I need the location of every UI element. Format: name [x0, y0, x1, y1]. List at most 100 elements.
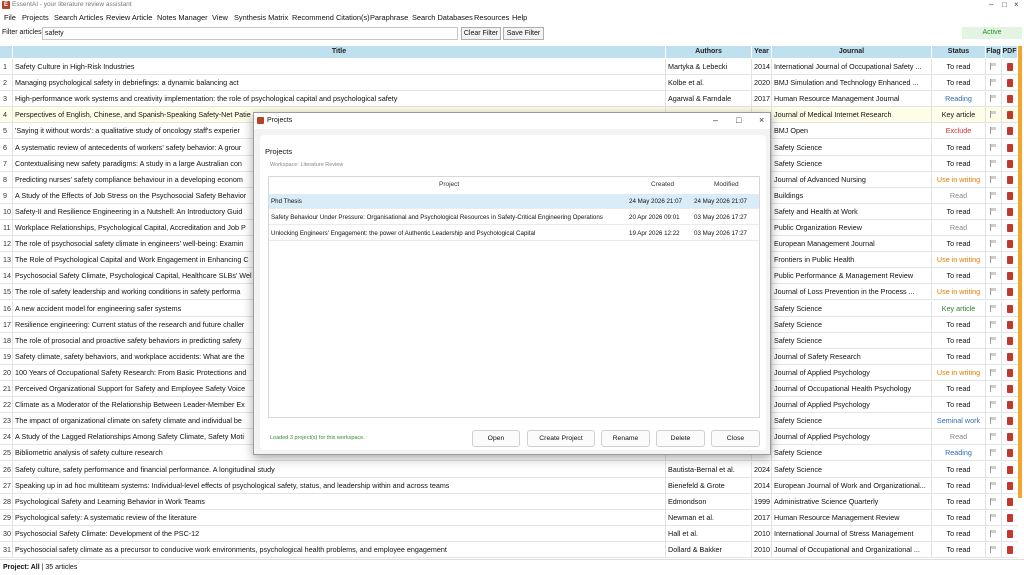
pdf-icon[interactable]	[1007, 304, 1013, 313]
project-row[interactable]: Unlocking Engineers' Engagement: the pow…	[269, 226, 759, 241]
projects-header-project[interactable]: Project	[439, 179, 459, 191]
flag-icon[interactable]	[990, 127, 997, 135]
flag-icon[interactable]	[990, 240, 997, 248]
pdf-icon[interactable]	[1007, 79, 1013, 88]
article-status[interactable]: To read	[932, 348, 986, 365]
article-status[interactable]: Use in writing	[932, 171, 986, 188]
pdf-cell[interactable]	[1002, 510, 1018, 526]
article-status[interactable]: Reading	[932, 91, 986, 108]
flag-icon[interactable]	[990, 433, 997, 441]
article-status[interactable]: To read	[932, 477, 986, 494]
pdf-cell[interactable]	[1002, 445, 1018, 461]
close-dialog-button[interactable]: Close	[711, 430, 760, 447]
menu-resources[interactable]: Resources	[474, 13, 509, 22]
pdf-cell[interactable]	[1002, 236, 1018, 252]
flag-cell[interactable]	[986, 413, 1002, 430]
flag-icon[interactable]	[990, 111, 997, 119]
flag-icon[interactable]	[990, 63, 997, 70]
pdf-icon[interactable]	[1007, 497, 1013, 506]
pdf-cell[interactable]	[1002, 397, 1018, 413]
flag-cell[interactable]	[986, 493, 1002, 510]
flag-cell[interactable]	[986, 220, 1002, 236]
pdf-icon[interactable]	[1007, 465, 1013, 474]
pdf-icon[interactable]	[1007, 111, 1013, 120]
article-status[interactable]: To read	[932, 139, 986, 156]
flag-cell[interactable]	[986, 252, 1002, 269]
article-status[interactable]: To read	[932, 203, 986, 220]
flag-icon[interactable]	[990, 256, 997, 264]
pdf-icon[interactable]	[1007, 385, 1013, 393]
pdf-cell[interactable]	[1002, 284, 1018, 300]
pdf-cell[interactable]	[1002, 268, 1018, 284]
article-status[interactable]: Read	[932, 220, 986, 236]
delete-project-button[interactable]: Delete	[656, 430, 705, 447]
save-filter-button[interactable]: Save Filter	[503, 27, 544, 40]
pdf-icon[interactable]	[1007, 368, 1013, 377]
pdf-icon[interactable]	[1007, 240, 1013, 249]
article-status[interactable]: To read	[932, 316, 986, 333]
article-status[interactable]: Read	[932, 429, 986, 446]
flag-cell[interactable]	[986, 397, 1002, 414]
pdf-icon[interactable]	[1007, 256, 1013, 265]
table-row[interactable]: 27 Speaking up in ad hoc multiteam system…	[0, 477, 1018, 494]
flag-cell[interactable]	[986, 203, 1002, 220]
flag-cell[interactable]	[986, 429, 1002, 446]
pdf-icon[interactable]	[1007, 159, 1013, 168]
article-status[interactable]: To read	[932, 268, 986, 285]
article-status[interactable]: Read	[932, 187, 986, 204]
flag-cell[interactable]	[986, 75, 1002, 92]
pdf-cell[interactable]	[1002, 462, 1018, 478]
article-status[interactable]: To read	[932, 525, 986, 542]
pdf-icon[interactable]	[1007, 546, 1013, 554]
flag-icon[interactable]	[990, 352, 997, 360]
flag-cell[interactable]	[986, 525, 1002, 542]
pdf-icon[interactable]	[1007, 288, 1013, 297]
table-row[interactable]: 29 Psychological safety: A systematic rev…	[0, 509, 1018, 526]
flag-cell[interactable]	[986, 300, 1002, 317]
pdf-cell[interactable]	[1002, 123, 1018, 139]
project-row[interactable]: Phd Thesis 24 May 2026 21:07 24 May 2026 2…	[269, 194, 759, 209]
projects-header-modified[interactable]: Modified	[714, 179, 739, 191]
flag-cell[interactable]	[986, 364, 1002, 381]
flag-icon[interactable]	[990, 159, 997, 167]
menu-help[interactable]: Help	[512, 13, 527, 22]
table-row[interactable]: 28 Psychological Safety and Learning Beha…	[0, 493, 1018, 510]
flag-icon[interactable]	[990, 368, 997, 376]
flag-icon[interactable]	[990, 481, 997, 489]
article-status[interactable]: To read	[932, 59, 986, 75]
flag-icon[interactable]	[990, 143, 997, 151]
minimize-icon[interactable]: –	[989, 0, 993, 9]
article-status[interactable]: Key article	[932, 107, 986, 124]
pdf-cell[interactable]	[1002, 494, 1018, 510]
article-status[interactable]: To read	[932, 542, 986, 558]
pdf-cell[interactable]	[1002, 252, 1018, 268]
article-status[interactable]: To read	[932, 155, 986, 172]
article-status[interactable]: Exclude	[932, 123, 986, 140]
flag-icon[interactable]	[990, 207, 997, 215]
pdf-cell[interactable]	[1002, 429, 1018, 445]
pdf-icon[interactable]	[1007, 63, 1013, 71]
pdf-icon[interactable]	[1007, 352, 1013, 361]
column-header-authors[interactable]: Authors	[666, 46, 752, 58]
flag-icon[interactable]	[990, 175, 997, 183]
menu-paraphrase[interactable]: Paraphrase	[370, 13, 408, 22]
pdf-icon[interactable]	[1007, 224, 1013, 232]
flag-cell[interactable]	[986, 316, 1002, 333]
projects-header-created[interactable]: Created	[651, 179, 674, 191]
pdf-icon[interactable]	[1007, 127, 1013, 136]
vertical-scrollbar[interactable]	[1018, 46, 1022, 498]
pdf-cell[interactable]	[1002, 188, 1018, 204]
flag-icon[interactable]	[990, 385, 997, 392]
flag-icon[interactable]	[990, 336, 997, 344]
flag-icon[interactable]	[990, 529, 997, 537]
flag-cell[interactable]	[986, 91, 1002, 108]
table-row[interactable]: 2 Managing psychological safety in debrie…	[0, 75, 1018, 92]
menu-file[interactable]: File	[4, 13, 16, 22]
pdf-icon[interactable]	[1007, 191, 1013, 200]
article-status[interactable]: Reading	[932, 445, 986, 462]
column-header-flag[interactable]: Flag	[986, 46, 1002, 58]
column-header-status[interactable]: Status	[932, 46, 986, 58]
flag-icon[interactable]	[990, 224, 997, 231]
flag-cell[interactable]	[986, 284, 1002, 301]
flag-icon[interactable]	[990, 79, 997, 87]
